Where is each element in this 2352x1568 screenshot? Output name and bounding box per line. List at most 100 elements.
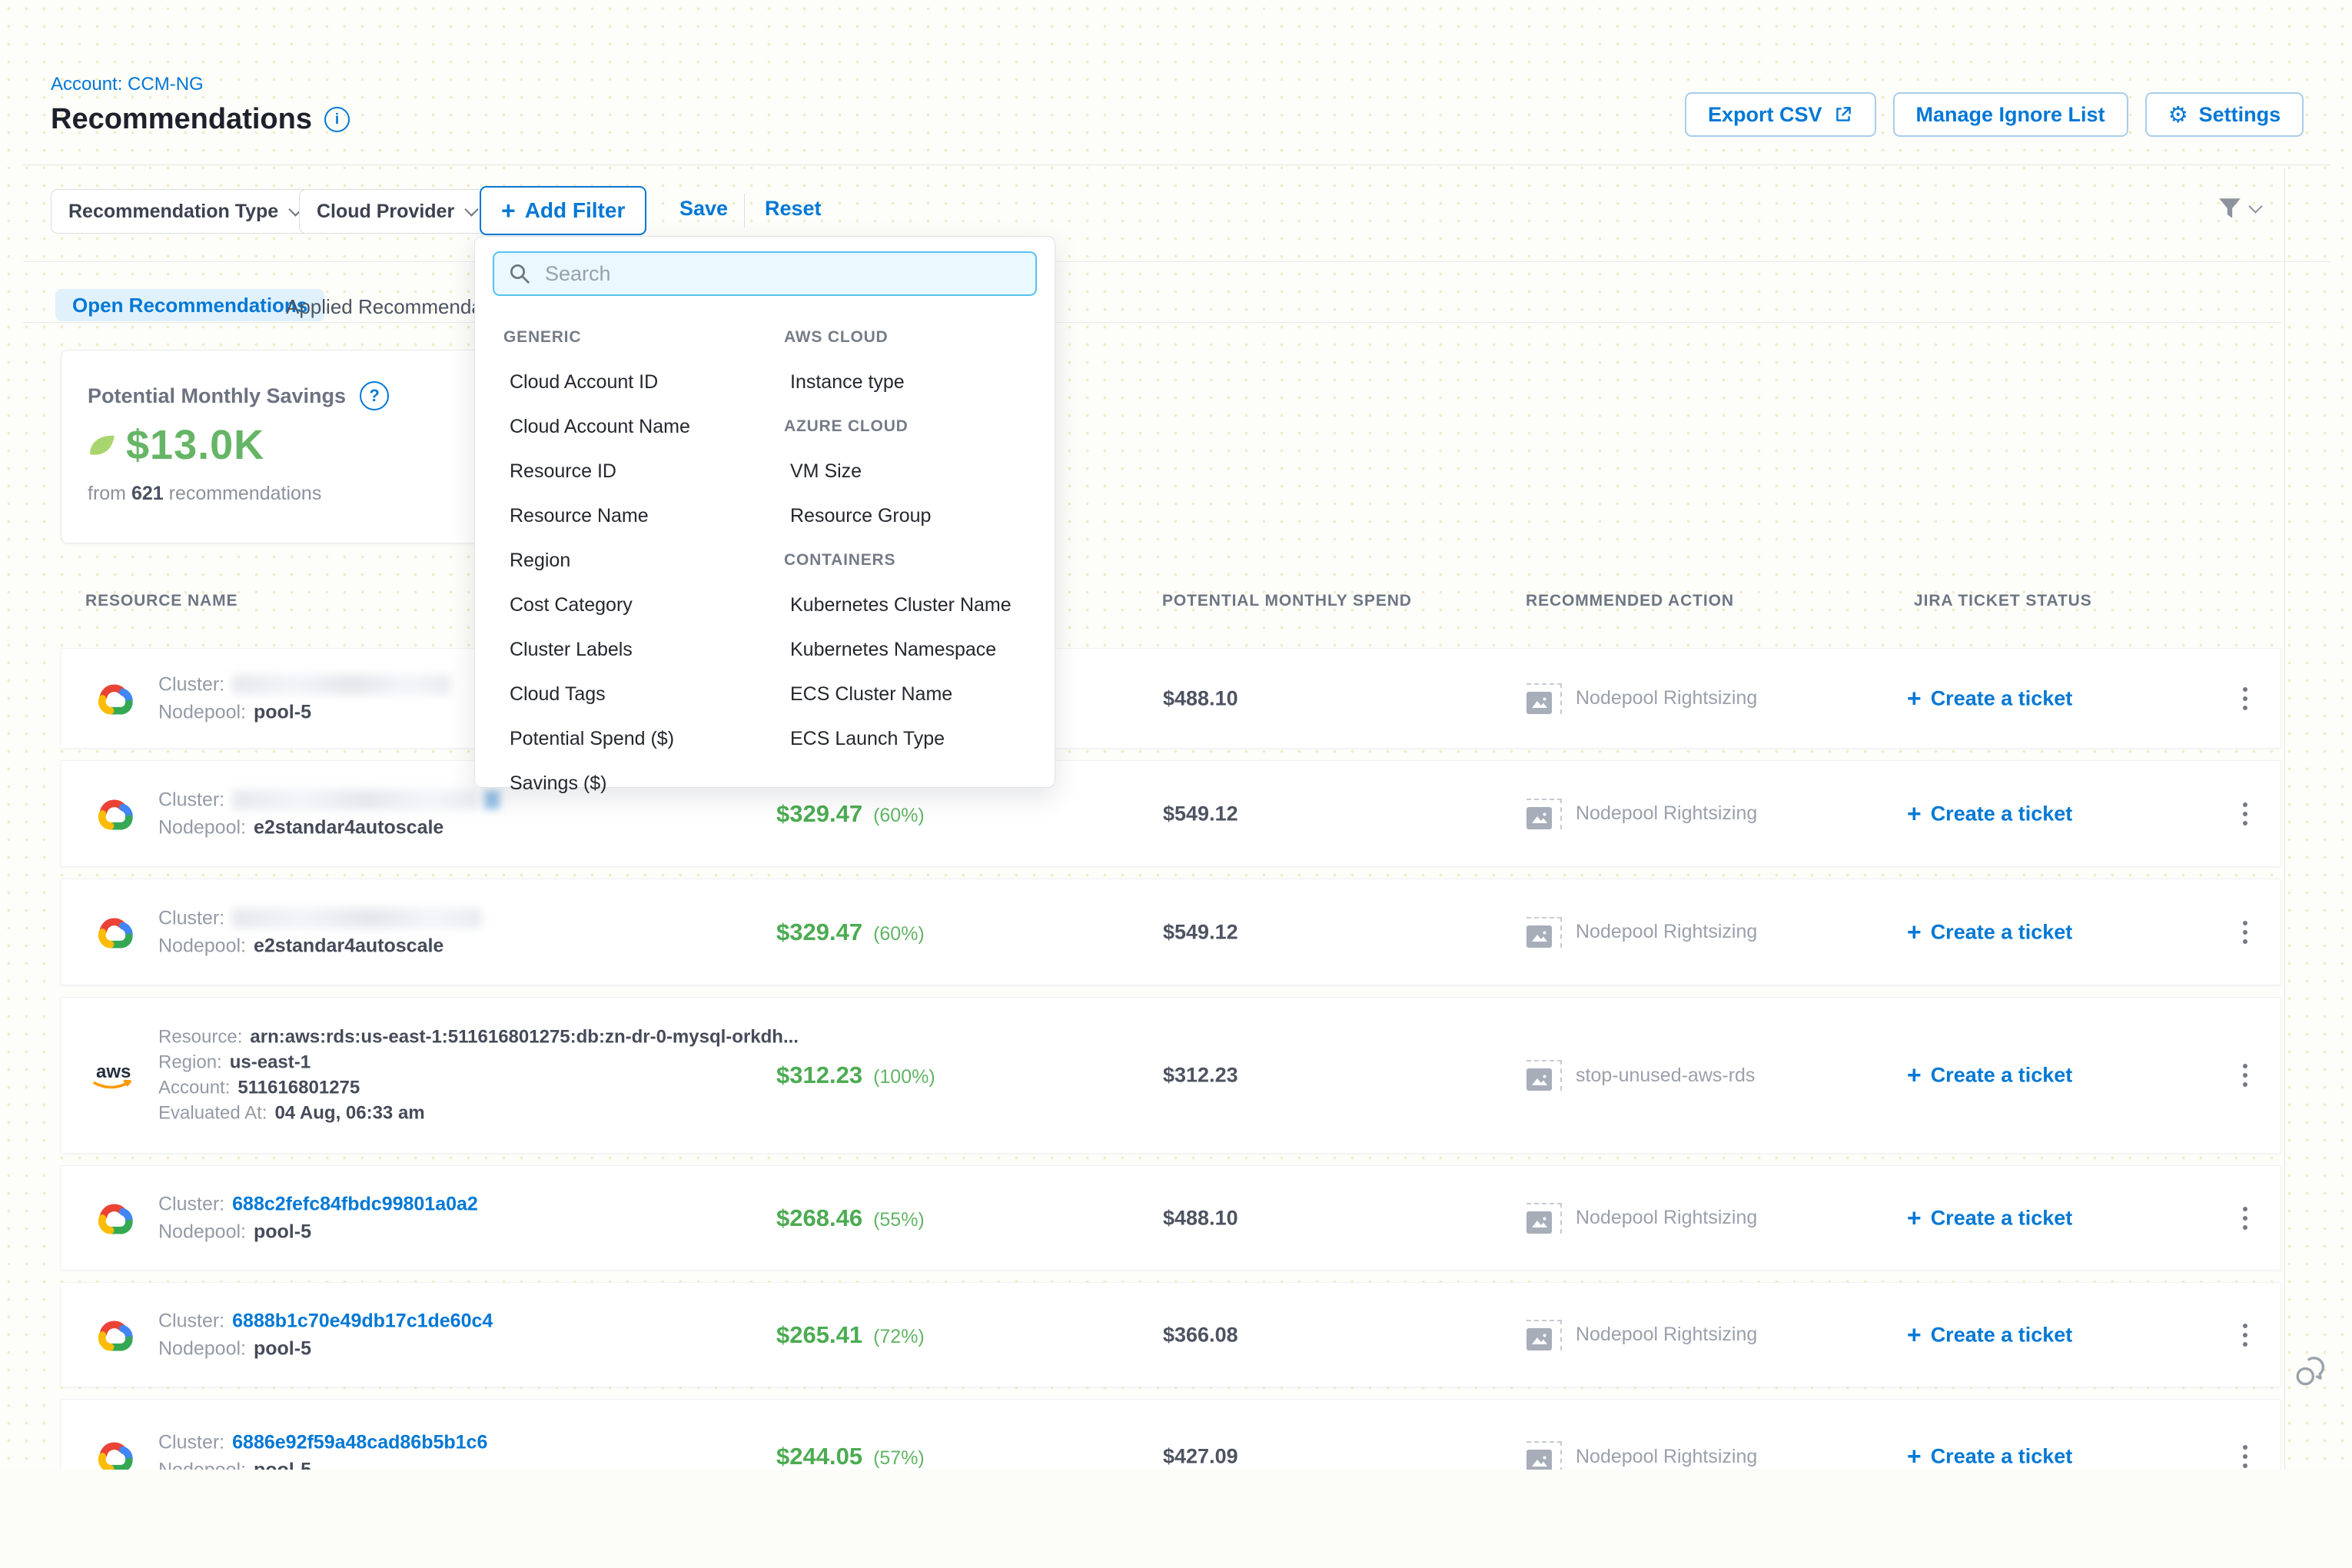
filter-option[interactable]: ECS Cluster Name — [784, 672, 1045, 716]
row-menu-button[interactable] — [2230, 1438, 2261, 1470]
filter-option[interactable]: Potential Spend ($) — [503, 716, 772, 761]
manage-ignore-list-button[interactable]: Manage Ignore List — [1893, 92, 2128, 137]
filter-option[interactable]: Cost Category — [503, 583, 772, 627]
table-row[interactable]: Cluster:688c2fefc84fbdc99801a0a2Nodepool… — [60, 1165, 2281, 1271]
create-ticket-label: Create a ticket — [1931, 1323, 2073, 1347]
reset-filter-button[interactable]: Reset — [765, 197, 822, 221]
create-ticket-link[interactable]: +Create a ticket — [1907, 1443, 2072, 1470]
potential-spend-value: $549.12 — [1163, 920, 1238, 944]
table-row[interactable]: Cluster:6886e92f59a48cad86b5b1c6Nodepool… — [60, 1399, 2281, 1470]
column-header-recommended-action: RECOMMENDED ACTION — [1526, 592, 1734, 610]
info-icon[interactable] — [324, 107, 350, 132]
dropdown-search-box[interactable] — [493, 251, 1037, 296]
table-row[interactable]: Cluster:Nodepool:e2standar4autoscale$329… — [60, 760, 2281, 867]
account-breadcrumb[interactable]: Account: CCM-NG — [51, 74, 204, 95]
row-menu-button[interactable] — [2230, 796, 2261, 832]
export-csv-button[interactable]: Export CSV — [1685, 92, 1876, 137]
filter-option[interactable]: Cloud Account Name — [503, 404, 772, 449]
svg-text:aws: aws — [96, 1061, 131, 1082]
savings-percentage: (100%) — [873, 1066, 935, 1088]
save-filter-button[interactable]: Save — [679, 197, 728, 221]
table-row[interactable]: Cluster:Nodepool:e2standar4autoscale$329… — [60, 879, 2281, 985]
create-ticket-link[interactable]: +Create a ticket — [1907, 1321, 2072, 1349]
filter-option[interactable]: Cloud Account ID — [503, 360, 772, 404]
resource-field-value: 511616801275 — [238, 1078, 360, 1098]
resource-field-label: Region: — [158, 1052, 222, 1073]
resource-field-label: Nodepool: — [158, 1337, 246, 1359]
dropdown-search-input[interactable] — [543, 261, 1022, 287]
gcp-icon — [92, 1196, 137, 1241]
filter-panel-toggle[interactable] — [2217, 195, 2261, 221]
divider — [23, 261, 2330, 262]
filter-option[interactable]: Resource Name — [503, 493, 772, 538]
savings-percentage: (72%) — [873, 1326, 925, 1347]
gcp-icon — [92, 792, 137, 836]
resource-field-value: pool-5 — [254, 1221, 311, 1242]
bottom-band — [0, 1470, 2352, 1568]
resource-line: Evaluated At:04 Aug, 06:33 am — [158, 1103, 799, 1125]
filter-option-label: Kubernetes Cluster Name — [784, 594, 1012, 616]
row-menu-button[interactable] — [2230, 1057, 2261, 1094]
help-chat-icon[interactable] — [2295, 1354, 2327, 1390]
create-ticket-link[interactable]: +Create a ticket — [1907, 1061, 2072, 1090]
create-ticket-link[interactable]: +Create a ticket — [1907, 799, 2072, 828]
create-ticket-label: Create a ticket — [1931, 686, 2073, 710]
add-filter-button[interactable]: + Add Filter — [480, 186, 646, 235]
filter-option[interactable]: Instance type — [784, 360, 1045, 404]
cloud-provider-filter-chip[interactable]: Cloud Provider — [299, 189, 494, 234]
filter-option[interactable]: Cloud Tags — [503, 672, 772, 716]
table-row[interactable]: Cluster:Nodepool:pool-5$488.10 Nodepool … — [60, 648, 2281, 749]
row-menu-button[interactable] — [2230, 680, 2261, 717]
table-row[interactable]: aws Resource:arn:aws:rds:us-east-1:51161… — [60, 997, 2281, 1154]
gcp-provider — [90, 1313, 139, 1357]
filter-option[interactable]: Savings ($) — [503, 761, 772, 806]
filter-option-label: Instance type — [784, 371, 905, 394]
filter-option[interactable]: ECS Launch Type — [784, 716, 1045, 761]
settings-button[interactable]: ⚙ Settings — [2145, 92, 2304, 137]
filter-option-label: Cost Category — [503, 594, 633, 616]
filter-option[interactable]: Cluster Labels — [503, 627, 772, 672]
create-ticket-link[interactable]: +Create a ticket — [1907, 1204, 2072, 1232]
filter-option-label: ECS Cluster Name — [784, 683, 952, 706]
filter-option-label: Cluster Labels — [503, 639, 633, 661]
recommended-action-cell: Nodepool Rightsizing — [1526, 1203, 1757, 1234]
potential-spend-value: $427.09 — [1163, 1445, 1238, 1469]
potential-spend-value: $488.10 — [1163, 686, 1238, 710]
create-ticket-link[interactable]: +Create a ticket — [1907, 918, 2072, 946]
row-menu-button[interactable] — [2230, 1317, 2261, 1354]
broken-image-icon — [1526, 683, 1562, 714]
cluster-link[interactable]: 6886e92f59a48cad86b5b1c6 — [232, 1432, 487, 1453]
potential-savings-cell: $329.47(60%) — [776, 919, 925, 946]
potential-savings-value: $329.47 — [776, 919, 862, 945]
create-ticket-link[interactable]: +Create a ticket — [1907, 684, 2072, 713]
row-menu-button[interactable] — [2230, 914, 2261, 951]
savings-subtitle-suffix: recommendations — [169, 483, 322, 504]
filter-option[interactable]: Resource ID — [503, 449, 772, 493]
filter-option[interactable]: VM Size — [784, 449, 1045, 493]
tab-open-recommendations[interactable]: Open Recommendations — [55, 289, 324, 321]
filter-option[interactable]: Resource Group — [784, 493, 1045, 538]
filter-option[interactable]: Region — [503, 538, 772, 583]
plus-icon: + — [1907, 799, 1922, 828]
resource-field-label: Cluster: — [158, 1310, 224, 1331]
resource-field-value: pool-5 — [254, 701, 311, 723]
create-ticket-label: Create a ticket — [1931, 1206, 2073, 1230]
recommended-action-cell: Nodepool Rightsizing — [1526, 799, 1757, 829]
table-row[interactable]: Cluster: 6888b1c70e49db17c1de60c4 Nodepool… — [60, 1282, 2281, 1387]
chip-label: Recommendation Type — [68, 201, 278, 223]
row-menu-button[interactable] — [2230, 1200, 2261, 1237]
savings-percentage: (60%) — [873, 805, 925, 826]
filter-option[interactable]: Kubernetes Namespace — [784, 627, 1045, 672]
resource-line: Cluster: — [158, 907, 482, 929]
potential-savings-cell: $329.47 (60%) — [776, 800, 925, 828]
filter-option[interactable]: Kubernetes Cluster Name — [784, 583, 1045, 627]
header-divider — [23, 164, 2330, 165]
recommendation-type-filter-chip[interactable]: Recommendation Type — [51, 189, 318, 234]
help-icon[interactable] — [360, 381, 389, 410]
filter-option-label: Resource ID — [503, 460, 616, 483]
cluster-link[interactable]: 688c2fefc84fbdc99801a0a2 — [232, 1193, 478, 1214]
filter-option-label: Potential Spend ($) — [503, 728, 674, 750]
resource-name-cell: Resource:arn:aws:rds:us-east-1:511616801… — [158, 1023, 799, 1128]
cluster-link[interactable]: 6888b1c70e49db17c1de60c4 — [232, 1310, 493, 1331]
potential-savings-value: $329.47 — [776, 800, 862, 827]
